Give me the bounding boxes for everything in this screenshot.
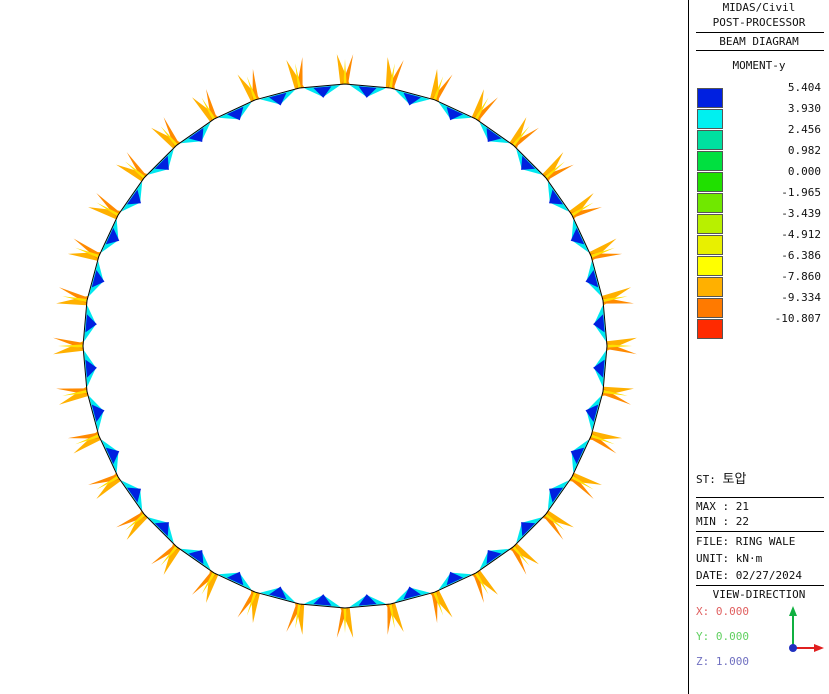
legend-level-label: 5.404 (787, 81, 821, 94)
legend-level-label: -6.386 (781, 249, 821, 262)
legend-swatch (697, 256, 723, 276)
positive-moment-lobe (148, 517, 174, 543)
st-value: 토압 (722, 472, 747, 487)
max-value: MAX : 21 (696, 500, 749, 513)
legend-swatch (697, 130, 723, 150)
legend-level-label: -1.965 (781, 186, 821, 199)
legend-level-label: 2.456 (787, 123, 821, 136)
legend-swatch (697, 193, 723, 213)
legend-level-label: -4.912 (781, 228, 821, 241)
panel-divider (688, 0, 689, 694)
legend-level-label: -3.439 (781, 207, 821, 220)
positive-moment-lobe (516, 517, 542, 543)
legend-swatch (697, 277, 723, 297)
divider (696, 531, 824, 532)
positive-moment-lobe (516, 149, 542, 175)
unit-label: UNIT: kN·m (696, 552, 763, 565)
legend-swatch (697, 88, 723, 108)
legend-swatch (697, 214, 723, 234)
file-name: FILE: RING WALE (696, 535, 796, 548)
legend-swatch (697, 298, 723, 318)
legend-swatch (697, 235, 723, 255)
legend-swatch (697, 109, 723, 129)
component-label: MOMENT-y (732, 59, 786, 72)
app-subtitle: POST-PROCESSOR (712, 16, 806, 29)
legend-level-label: -10.807 (774, 312, 821, 325)
view-z: Z: 1.000 (696, 655, 749, 668)
legend-level-label: 0.000 (787, 165, 821, 178)
positive-moment-lobe (521, 155, 536, 170)
app-title: MIDAS/Civil (722, 1, 796, 14)
positive-moment-lobe (148, 149, 174, 175)
beam-moment-diagram (53, 54, 637, 638)
legend-level-label: 3.930 (787, 102, 821, 115)
legend-level-label: 0.982 (787, 144, 821, 157)
legend-panel: MIDAS/Civil POST-PROCESSOR BEAM DIAGRAM … (690, 0, 829, 694)
diagram-type: BEAM DIAGRAM (719, 35, 799, 48)
axis-triad-icon (789, 606, 824, 652)
view-y: Y: 0.000 (696, 630, 749, 643)
date-label: DATE: 02/27/2024 (696, 569, 802, 582)
legend-swatch (697, 172, 723, 192)
positive-moment-lobe (154, 155, 169, 170)
divider (696, 32, 824, 33)
legend-swatch (697, 319, 723, 339)
negative-moment-spike (607, 342, 637, 355)
st-label: ST: (696, 473, 716, 486)
negative-moment-spike (341, 54, 354, 84)
legend-level-label: -9.334 (781, 291, 821, 304)
negative-moment-spike (53, 337, 83, 350)
negative-moment-spike (336, 608, 349, 638)
view-direction-title: VIEW-DIRECTION (712, 588, 806, 601)
legend-level-label: -7.860 (781, 270, 821, 283)
view-x: X: 0.000 (696, 605, 749, 618)
divider (696, 50, 824, 51)
min-value: MIN : 22 (696, 515, 749, 528)
positive-moment-lobe (521, 522, 536, 537)
positive-moment-lobe (154, 522, 169, 537)
legend-swatch (697, 151, 723, 171)
st-row: ST: 토압 (696, 473, 746, 487)
divider (696, 585, 824, 586)
divider (696, 497, 824, 498)
